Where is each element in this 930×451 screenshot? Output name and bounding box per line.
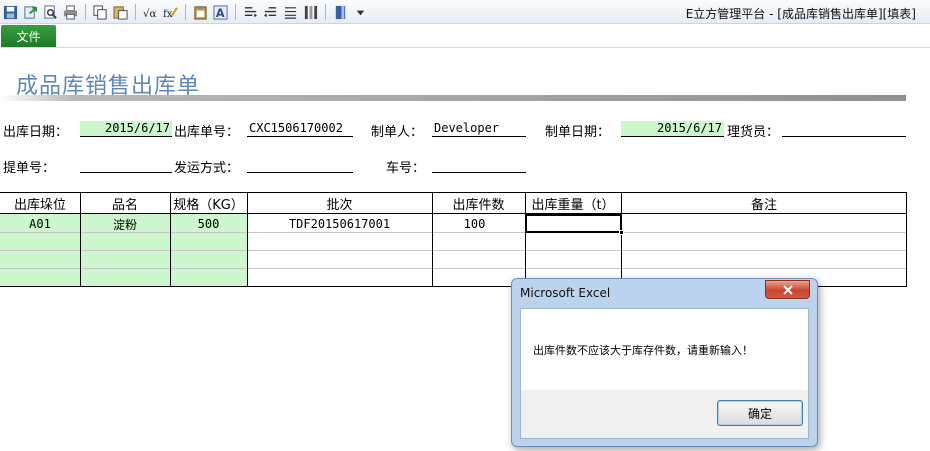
title-divider (0, 95, 906, 101)
grid-cell-spec[interactable]: 500 (170, 215, 247, 233)
grid-cell-batch[interactable]: TDF20150617001 (247, 215, 432, 233)
export-icon[interactable] (22, 4, 39, 21)
font-icon[interactable]: A (212, 4, 229, 21)
fill-handle[interactable] (619, 230, 624, 235)
out-no-label: 出库单号： (174, 125, 240, 140)
clipboard-icon[interactable] (192, 4, 209, 21)
ribbon-menu-bar: 文件 (0, 24, 930, 48)
grid-cell-spec[interactable] (170, 233, 247, 251)
toolbar-separator (135, 4, 136, 20)
save-icon[interactable] (2, 4, 19, 21)
column-icon[interactable] (302, 4, 319, 21)
dialog-message-area: 出库件数不应该大于库存件数，请重新输入！ (521, 309, 808, 390)
grid-cell-location[interactable]: A01 (0, 215, 80, 233)
col-header-spec: 规格（KG） (173, 197, 244, 213)
maker-label: 制单人： (371, 125, 424, 140)
formula-icon[interactable]: √α (142, 4, 159, 21)
make-date-field[interactable]: 2015/6/17 (621, 121, 724, 137)
grid-col-divider (80, 192, 81, 287)
dropdown-arrow-icon[interactable] (352, 4, 369, 21)
col-header-location: 出库垛位 (13, 197, 66, 213)
dialog-title: Microsoft Excel (520, 286, 611, 300)
formula-check-icon[interactable]: fx (162, 4, 179, 21)
excel-message-dialog: Microsoft Excel 出库件数不应该大于库存件数，请重新输入！ 确定 (511, 278, 818, 447)
toolbar-separator (85, 4, 86, 20)
svg-text:A: A (216, 7, 225, 20)
grid-col-divider (247, 192, 248, 287)
printer-icon[interactable] (62, 4, 79, 21)
copy-icon[interactable] (92, 4, 109, 21)
align-right-icon[interactable] (262, 4, 279, 21)
grid-header-row: 出库垛位 品名 规格（KG） 批次 出库件数 出库重量（t） 备注 (0, 192, 907, 214)
car-no-label: 车号： (386, 161, 426, 176)
grid-border-top (0, 192, 907, 193)
grid-cell-location[interactable] (0, 269, 80, 287)
col-header-weight: 出库重量（t） (531, 197, 615, 213)
col-header-qty: 出库件数 (452, 197, 505, 213)
active-cell-selection[interactable] (525, 214, 622, 233)
toolbar-separator (235, 4, 236, 20)
align-left-icon[interactable] (242, 4, 259, 21)
items-grid: 出库垛位 品名 规格（KG） 批次 出库件数 出库重量（t） 备注 A01 淀粉… (0, 192, 907, 287)
grid-row-divider (0, 232, 907, 233)
grid-cell-product[interactable] (80, 251, 170, 269)
grid-row-divider (0, 250, 907, 251)
bookmark-icon[interactable] (332, 4, 349, 21)
grid-cell-spec[interactable] (170, 269, 247, 287)
out-date-label: 出库日期： (3, 125, 69, 140)
svg-text:√α: √α (143, 8, 157, 20)
toolbar-separator (185, 4, 186, 20)
col-header-remark: 备注 (750, 197, 777, 213)
grid-col-divider (170, 192, 171, 287)
col-header-product: 品名 (111, 197, 138, 213)
grid-border-right (906, 192, 907, 287)
grid-cell-product[interactable]: 淀粉 (80, 215, 170, 233)
clerk-label: 理货员： (727, 125, 780, 140)
ok-button[interactable]: 确定 (717, 400, 803, 426)
car-no-field[interactable] (432, 157, 526, 173)
grid-cell-qty[interactable]: 100 (432, 215, 517, 233)
make-date-label: 制单日期： (545, 125, 611, 140)
toolbar-separator (325, 4, 326, 20)
grid-cell-remark[interactable] (621, 215, 907, 233)
out-no-field[interactable]: CXC1506170002 (247, 121, 353, 137)
grid-row-divider (0, 268, 907, 269)
close-icon (782, 284, 793, 295)
grid-col-divider (525, 192, 526, 287)
grid-cell-location[interactable] (0, 251, 80, 269)
ship-method-field[interactable] (247, 157, 353, 173)
print-preview-icon[interactable] (42, 4, 59, 21)
align-justify-icon[interactable] (282, 4, 299, 21)
dialog-close-button[interactable] (765, 280, 810, 299)
grid-cell-product[interactable] (80, 233, 170, 251)
clerk-field[interactable] (782, 121, 906, 137)
ship-method-label: 发运方式： (174, 161, 240, 176)
dialog-message: 出库件数不应该大于库存件数，请重新输入！ (533, 344, 753, 357)
bill-no-field[interactable] (80, 157, 172, 173)
file-menu-tab[interactable]: 文件 (1, 25, 56, 47)
grid-col-divider (432, 192, 433, 287)
dialog-body: 出库件数不应该大于库存件数，请重新输入！ 确定 (520, 308, 809, 439)
window-title: E立方管理平台 - [成品库销售出库单][填表] (685, 7, 916, 21)
grid-cell-product[interactable] (80, 269, 170, 287)
grid-cell-spec[interactable] (170, 251, 247, 269)
svg-text:fx: fx (163, 8, 173, 20)
grid-col-divider (621, 192, 622, 287)
grid-cell-location[interactable] (0, 233, 80, 251)
col-header-batch: 批次 (326, 197, 353, 213)
quick-access-toolbar: √α fx A E立方管理平台 - [成品库销售出库单][填表] (0, 0, 930, 24)
toolbar-icons: √α fx A (2, 3, 369, 21)
maker-field[interactable]: Developer (432, 121, 526, 137)
paste-icon[interactable] (112, 4, 129, 21)
out-date-field[interactable]: 2015/6/17 (80, 121, 172, 137)
bill-no-label: 提单号： (3, 161, 56, 176)
grid-header-divider (0, 213, 907, 214)
